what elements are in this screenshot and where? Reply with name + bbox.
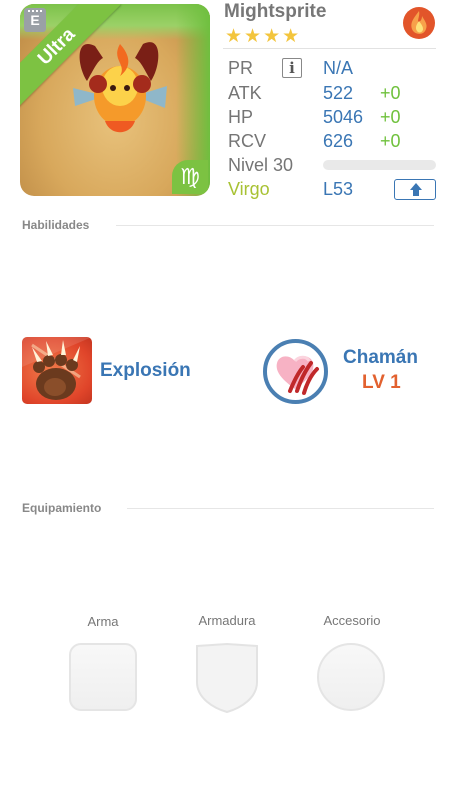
hp-value: 5046: [323, 107, 364, 127]
zodiac-sign-label: Virgo: [228, 179, 270, 199]
accessory-slot[interactable]: [317, 643, 385, 711]
skills-section-divider: [116, 225, 434, 226]
pr-label: PR: [228, 58, 254, 78]
sign-level-value: L53: [323, 179, 354, 199]
hp-label: HP: [228, 107, 254, 127]
active-skill-name[interactable]: Explosión: [100, 360, 191, 382]
atk-value: 522: [323, 83, 354, 103]
level-progress-bar: [323, 160, 436, 170]
monster-card[interactable]: Ultra E ♍: [20, 4, 210, 196]
equipment-section-divider: [127, 508, 434, 509]
monster-name: Mightsprite: [224, 1, 327, 22]
virgo-zodiac-icon: ♍: [172, 160, 208, 194]
atk-label: ATK: [228, 83, 262, 103]
accessory-slot-label: Accesorio: [323, 613, 381, 628]
level-label: Nivel 30: [228, 155, 294, 175]
card-corner-badge: E: [24, 8, 46, 32]
rcv-label: RCV: [228, 131, 267, 151]
rcv-bonus: +0: [380, 131, 401, 151]
weapon-slot[interactable]: [69, 643, 137, 711]
hp-bonus: +0: [380, 107, 401, 127]
fire-icon: [403, 7, 435, 39]
rcv-value: 626: [323, 131, 354, 151]
rarity-stars: ★★★★: [225, 26, 302, 47]
skills-section-title: Habilidades: [22, 218, 90, 232]
armor-slot-label: Armadura: [198, 613, 256, 628]
weapon-slot-label: Arma: [87, 614, 119, 629]
leader-skill-level: LV 1: [362, 372, 401, 393]
claw-paw-icon[interactable]: [22, 337, 92, 404]
upgrade-arrow-button[interactable]: [394, 179, 436, 200]
pr-info-button[interactable]: i: [282, 58, 302, 78]
header-divider: [223, 48, 436, 49]
pr-value: N/A: [323, 58, 354, 78]
armor-slot[interactable]: [193, 642, 261, 714]
atk-bonus: +0: [380, 83, 401, 103]
scratched-heart-icon[interactable]: [263, 339, 328, 404]
leader-skill-name[interactable]: Chamán: [343, 347, 418, 369]
equipment-section-title: Equipamiento: [22, 501, 102, 515]
